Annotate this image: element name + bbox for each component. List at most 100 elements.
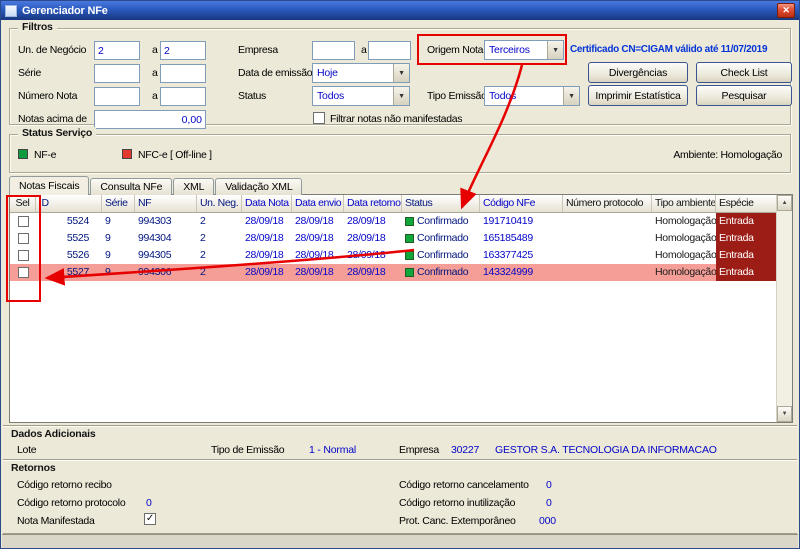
cell-status: Confirmado [402, 247, 480, 264]
title-bar[interactable]: Gerenciador NFe ✕ [1, 1, 799, 20]
imprimir-estatistica-button[interactable]: Imprimir Estatística [588, 85, 688, 106]
chevron-down-icon[interactable]: ▼ [393, 64, 409, 82]
cell-data-retorno: 28/09/18 [347, 215, 386, 227]
close-button[interactable]: ✕ [777, 3, 795, 18]
lote-label: Lote [17, 444, 37, 456]
table-row-selected[interactable]: 5527 9 994306 2 28/09/18 28/09/18 28/09/… [10, 264, 776, 281]
filtros-title: Filtros [18, 21, 57, 33]
chevron-down-icon[interactable]: ▼ [393, 87, 409, 105]
cell-codigo-nfe: 165185489 [483, 232, 533, 244]
scroll-down-icon[interactable]: ▼ [777, 406, 792, 422]
table-row[interactable]: 5524 9 994303 2 28/09/18 28/09/18 28/09/… [10, 213, 776, 230]
tipo-emissao-info-label: Tipo de Emissão [211, 444, 285, 456]
cell-codigo-nfe: 143324999 [483, 266, 533, 278]
divergencias-button[interactable]: Divergências [588, 62, 688, 83]
data-emissao-dropdown[interactable]: Hoje ▼ [312, 63, 410, 83]
row-checkbox[interactable] [17, 250, 29, 261]
header-sel[interactable]: Sel [10, 195, 36, 212]
header-codigo-nfe[interactable]: Código NFe [480, 195, 563, 212]
header-especie[interactable]: Espécie [716, 195, 776, 212]
cell-nf: 994303 [138, 215, 172, 227]
header-nf[interactable]: NF [135, 195, 197, 212]
header-id[interactable]: ID [36, 195, 102, 212]
header-serie[interactable]: Série [102, 195, 135, 212]
header-data-retorno[interactable]: Data retorno [344, 195, 402, 212]
cell-data-nota: 28/09/18 [245, 215, 284, 227]
origem-nota-label: Origem Nota [427, 44, 484, 56]
horizontal-scrollbar[interactable] [2, 534, 798, 548]
status-dropdown[interactable]: Todos ▼ [312, 86, 410, 106]
table-row[interactable]: 5526 9 994305 2 28/09/18 28/09/18 28/09/… [10, 247, 776, 264]
tab-xml[interactable]: XML [173, 178, 215, 195]
confirmed-status-icon [405, 268, 414, 277]
tab-validacao-xml[interactable]: Validação XML [215, 178, 303, 195]
filtrar-notas-checkbox[interactable] [313, 112, 325, 124]
confirmed-status-icon [405, 251, 414, 260]
table-header-row: Sel ID Série NF Un. Neg. Data Nota Data … [10, 195, 776, 213]
section-separator [3, 425, 797, 427]
row-checkbox[interactable] [17, 267, 29, 278]
confirmed-status-icon [405, 217, 414, 226]
cell-serie: 9 [105, 266, 111, 278]
row-checkbox[interactable] [17, 216, 29, 227]
tipo-emissao-dropdown[interactable]: Todos ▼ [484, 86, 580, 106]
check-list-button[interactable]: Check List [696, 62, 792, 83]
sel-cell [10, 213, 36, 230]
confirmed-status-icon [405, 234, 414, 243]
serie-from-input[interactable] [94, 64, 140, 83]
tab-notas-fiscais[interactable]: Notas Fiscais [9, 176, 90, 195]
window-title: Gerenciador NFe [22, 4, 108, 17]
notas-acima-label: Notas acima de [18, 113, 87, 125]
empresa-info-label: Empresa [399, 444, 439, 456]
header-status[interactable]: Status [402, 195, 480, 212]
cell-id: 5527 [66, 266, 89, 278]
status-servico-groupbox: Status Serviço NF-e NFC-e [ Off-line ] A… [9, 127, 791, 173]
cell-numero-protocolo [563, 230, 652, 247]
header-data-envio[interactable]: Data envio [292, 195, 344, 212]
numero-nota-to-input[interactable] [160, 87, 206, 106]
table-row[interactable]: 5525 9 994304 2 28/09/18 28/09/18 28/09/… [10, 230, 776, 247]
empresa-to-input[interactable] [368, 41, 411, 60]
scroll-up-icon[interactable]: ▲ [777, 195, 792, 211]
numero-nota-from-input[interactable] [94, 87, 140, 106]
cell-data-envio: 28/09/18 [295, 215, 334, 227]
nfce-label: NFC-e [ Off-line ] [138, 149, 212, 161]
cell-un-neg: 2 [200, 232, 206, 244]
tab-consulta-nfe[interactable]: Consulta NFe [90, 178, 173, 195]
tipo-emissao-value: Todos [489, 90, 517, 102]
status-text: Confirmado [417, 232, 469, 244]
row-checkbox[interactable] [17, 233, 29, 244]
cell-especie: Entrada [716, 264, 776, 281]
origem-nota-dropdown[interactable]: Terceiros ▼ [484, 40, 564, 60]
header-tipo-ambiente[interactable]: Tipo ambiente [652, 195, 716, 212]
cell-data-envio: 28/09/18 [295, 266, 334, 278]
cell-data-nota: 28/09/18 [245, 266, 284, 278]
notas-acima-input[interactable] [94, 110, 206, 129]
ambiente-label: Ambiente: Homologação [673, 149, 782, 161]
nota-manifestada-checkbox[interactable]: ✓ [144, 513, 156, 525]
range-separator: a [152, 90, 158, 102]
cell-data-retorno: 28/09/18 [347, 232, 386, 244]
prot-canc-extemporaneo-value: 000 [539, 515, 556, 527]
cell-data-retorno: 28/09/18 [347, 249, 386, 261]
header-data-nota[interactable]: Data Nota [242, 195, 292, 212]
un-negocio-from-input[interactable] [94, 41, 140, 60]
pesquisar-button[interactable]: Pesquisar [696, 85, 792, 106]
empresa-from-input[interactable] [312, 41, 355, 60]
notas-table: Sel ID Série NF Un. Neg. Data Nota Data … [9, 194, 793, 423]
cell-especie: Entrada [716, 230, 776, 247]
serie-to-input[interactable] [160, 64, 206, 83]
chevron-down-icon[interactable]: ▼ [547, 41, 563, 59]
sel-cell [10, 247, 36, 264]
un-negocio-to-input[interactable] [160, 41, 206, 60]
header-numero-protocolo[interactable]: Número protocolo [563, 195, 652, 212]
status-text: Confirmado [417, 215, 469, 227]
chevron-down-icon[interactable]: ▼ [563, 87, 579, 105]
vertical-scrollbar[interactable]: ▲ ▼ [776, 195, 792, 422]
codigo-retorno-cancelamento-value: 0 [546, 479, 552, 491]
header-un-neg[interactable]: Un. Neg. [197, 195, 242, 212]
cell-serie: 9 [105, 232, 111, 244]
tipo-emissao-info-value: 1 - Normal [309, 444, 357, 456]
cell-nf: 994305 [138, 249, 172, 261]
retornos-title: Retornos [11, 462, 56, 474]
